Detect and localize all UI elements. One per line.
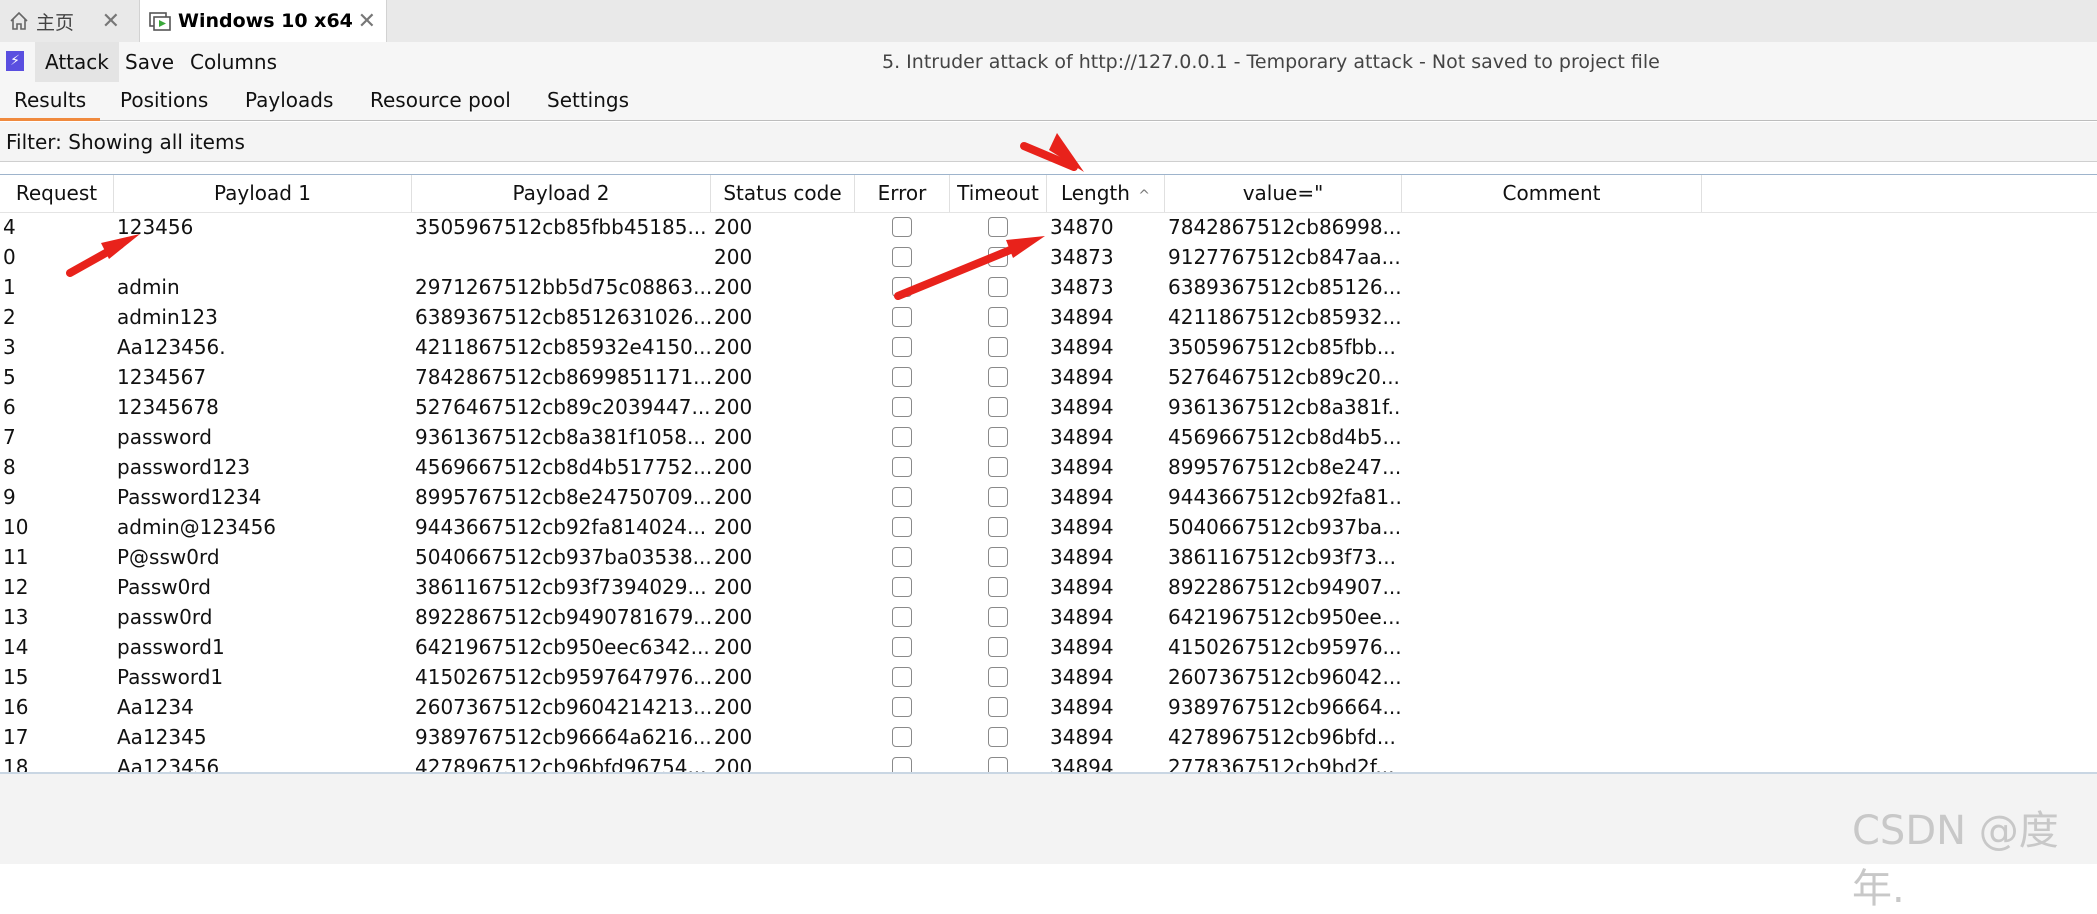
arrow-to-payload-123456 [66,234,140,277]
annotation-arrows [66,133,1084,300]
arrow-to-length-header [1020,133,1084,172]
arrow-to-length-34870 [894,236,1045,300]
